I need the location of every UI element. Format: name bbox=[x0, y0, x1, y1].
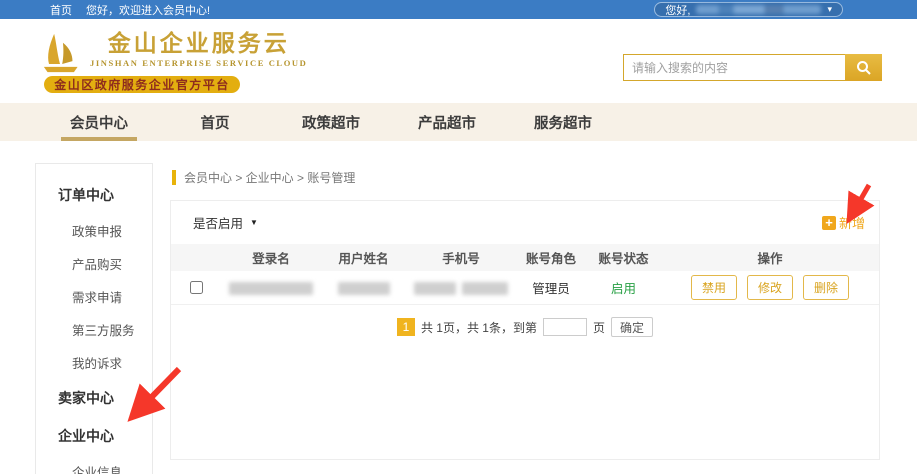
plus-icon: + bbox=[822, 216, 836, 230]
enable-filter-label: 是否启用 bbox=[193, 213, 243, 232]
search-bar bbox=[623, 54, 882, 81]
sidebar-item-enterprise-info[interactable]: 企业信息 bbox=[36, 455, 152, 474]
table-header-row: 登录名 用户姓名 手机号 账号角色 账号状态 操作 bbox=[171, 244, 879, 271]
header-actions: 操作 bbox=[661, 248, 879, 267]
user-name-redacted bbox=[696, 5, 821, 14]
add-account-label: 新增 bbox=[839, 213, 865, 232]
header-login-name: 登录名 bbox=[221, 248, 321, 267]
page-jump-confirm-button[interactable]: 确定 bbox=[611, 317, 653, 337]
sailboat-icon bbox=[38, 31, 82, 75]
user-name-redacted bbox=[338, 282, 390, 295]
phone-redacted bbox=[462, 282, 508, 295]
row-actions: 禁用 修改 删除 bbox=[661, 275, 879, 300]
tab-product-market[interactable]: 产品超市 bbox=[403, 103, 491, 141]
topbar-home-link[interactable]: 首页 bbox=[50, 2, 72, 18]
dropdown-caret-icon: ▼ bbox=[250, 218, 258, 227]
filter-row: 是否启用 ▼ + 新增 bbox=[171, 201, 879, 240]
current-page-badge: 1 bbox=[397, 318, 415, 336]
sidebar-group-seller-center[interactable]: 卖家中心 bbox=[36, 379, 152, 417]
enable-filter-dropdown[interactable]: 是否启用 ▼ bbox=[193, 213, 258, 232]
disable-button[interactable]: 禁用 bbox=[691, 275, 737, 300]
pagination-summary: 共 1页，共 1条，到第 bbox=[421, 319, 537, 336]
sidebar-item-my-appeals[interactable]: 我的诉求 bbox=[36, 346, 152, 379]
row-checkbox[interactable] bbox=[190, 281, 203, 294]
table-row: 管理员 启用 禁用 修改 删除 bbox=[171, 271, 879, 305]
header-account-role: 账号角色 bbox=[516, 248, 586, 267]
header-user-name: 用户姓名 bbox=[321, 248, 406, 267]
sidebar-item-demand-apply[interactable]: 需求申请 bbox=[36, 280, 152, 313]
search-button[interactable] bbox=[845, 54, 882, 81]
logo[interactable]: 金山企业服务云 JINSHAN ENTERPRISE SERVICE CLOUD bbox=[38, 31, 307, 75]
account-role-cell: 管理员 bbox=[516, 278, 586, 297]
logo-subtitle: JINSHAN ENTERPRISE SERVICE CLOUD bbox=[90, 58, 307, 68]
breadcrumb: 会员中心 > 企业中心 > 账号管理 bbox=[172, 169, 355, 186]
sidebar-item-policy-declare[interactable]: 政策申报 bbox=[36, 214, 152, 247]
delete-button[interactable]: 删除 bbox=[803, 275, 849, 300]
tab-home[interactable]: 首页 bbox=[171, 103, 259, 141]
phone-redacted bbox=[414, 282, 456, 295]
chevron-down-icon: ▾ bbox=[827, 5, 832, 14]
account-management-panel: 是否启用 ▼ + 新增 登录名 用户姓名 手机号 账号角色 账号状态 操作 bbox=[170, 200, 880, 460]
topbar-left: 首页 您好，欢迎进入会员中心! bbox=[0, 2, 210, 18]
page: 首页 您好，欢迎进入会员中心! 您好, ▾ 金山企业服务云 JINSHAN EN… bbox=[0, 0, 917, 474]
login-name-redacted bbox=[229, 282, 313, 295]
sidebar-group-enterprise-center[interactable]: 企业中心 bbox=[36, 417, 152, 455]
topbar-greeting-label: 您好, bbox=[665, 2, 690, 18]
sidebar-item-product-purchase[interactable]: 产品购买 bbox=[36, 247, 152, 280]
add-account-button[interactable]: + 新增 bbox=[822, 213, 865, 232]
breadcrumb-accent-bar bbox=[172, 170, 176, 185]
edit-button[interactable]: 修改 bbox=[747, 275, 793, 300]
topbar: 首页 您好，欢迎进入会员中心! 您好, ▾ bbox=[0, 0, 917, 19]
page-unit-label: 页 bbox=[593, 319, 605, 336]
topbar-user-menu[interactable]: 您好, ▾ bbox=[654, 2, 843, 17]
account-status-cell: 启用 bbox=[586, 278, 661, 297]
logo-texts: 金山企业服务云 JINSHAN ENTERPRISE SERVICE CLOUD bbox=[90, 31, 307, 68]
page-jump-input[interactable] bbox=[543, 318, 587, 336]
logo-title: 金山企业服务云 bbox=[108, 31, 290, 56]
sidebar-item-third-party-service[interactable]: 第三方服务 bbox=[36, 313, 152, 346]
tab-service-market[interactable]: 服务超市 bbox=[519, 103, 607, 141]
header-account-status: 账号状态 bbox=[586, 248, 661, 267]
header: 金山企业服务云 JINSHAN ENTERPRISE SERVICE CLOUD… bbox=[0, 19, 917, 103]
sidebar-group-order-center[interactable]: 订单中心 bbox=[36, 176, 152, 214]
main-nav: 会员中心 首页 政策超市 产品超市 服务超市 bbox=[0, 103, 917, 141]
header-phone: 手机号 bbox=[406, 248, 516, 267]
search-input[interactable] bbox=[623, 54, 845, 81]
magnifier-icon bbox=[856, 60, 872, 76]
tab-policy-market[interactable]: 政策超市 bbox=[287, 103, 375, 141]
tab-member-center[interactable]: 会员中心 bbox=[55, 103, 143, 141]
pagination: 1 共 1页，共 1条，到第 页 确定 bbox=[171, 317, 879, 337]
breadcrumb-text: 会员中心 > 企业中心 > 账号管理 bbox=[184, 169, 355, 186]
accounts-table: 登录名 用户姓名 手机号 账号角色 账号状态 操作 管理员 启用 禁用 修改 删… bbox=[171, 244, 879, 305]
logo-badge: 金山区政府服务企业官方平台 bbox=[44, 76, 240, 93]
topbar-welcome-text: 您好，欢迎进入会员中心! bbox=[86, 2, 210, 18]
sidebar: 订单中心 政策申报 产品购买 需求申请 第三方服务 我的诉求 卖家中心 企业中心… bbox=[35, 163, 153, 474]
